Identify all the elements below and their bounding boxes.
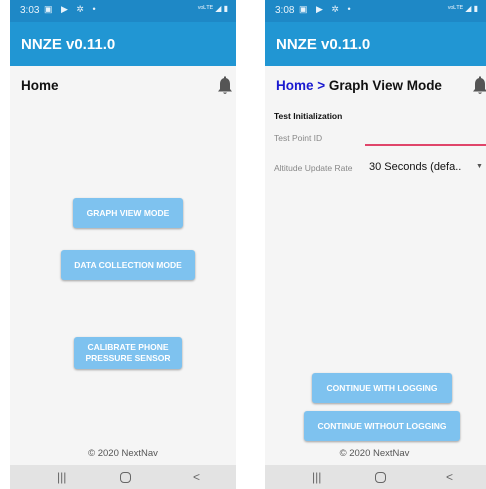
recents-icon[interactable]: ||| xyxy=(57,470,66,484)
signal-battery-icons: ᵛᵒᴸᵀᴱ ◢ ▮ xyxy=(197,4,228,13)
dropdown-caret-icon: ▼ xyxy=(476,163,483,170)
page-title: Home xyxy=(21,78,59,93)
calibrate-line-1: CALIBRATE PHONE xyxy=(87,342,169,352)
page-header: Home xyxy=(10,66,236,106)
altitude-update-rate-select[interactable]: 30 Seconds (defa.. ▼ xyxy=(368,158,486,176)
bell-icon[interactable] xyxy=(472,76,486,96)
system-nav-bar: ||| < xyxy=(10,465,236,489)
continue-with-logging-button[interactable]: CONTINUE WITH LOGGING xyxy=(312,373,452,403)
breadcrumb-home-link[interactable]: Home > xyxy=(276,78,325,93)
phone-screen-graph-view: 3:08 ▣ ▶ ✲ • ᵛᵒᴸᵀᴱ ◢ ▮ NNZE v0.11.0 Home… xyxy=(265,0,486,489)
test-point-id-underline xyxy=(365,144,486,146)
altitude-update-rate-label: Altitude Update Rate xyxy=(274,163,353,173)
app-title: NNZE v0.11.0 xyxy=(21,36,116,53)
signal-battery-icons: ᵛᵒᴸᵀᴱ ◢ ▮ xyxy=(447,4,478,13)
copyright: © 2020 NextNav xyxy=(88,448,158,459)
notification-icons: ▣ ▶ ✲ • xyxy=(44,4,99,14)
calibrate-pressure-sensor-button[interactable]: CALIBRATE PHONE PRESSURE SENSOR xyxy=(74,337,182,369)
notification-icons: ▣ ▶ ✲ • xyxy=(299,4,354,14)
status-time: 3:03 xyxy=(20,5,40,16)
copyright: © 2020 NextNav xyxy=(339,448,410,459)
breadcrumb: Home > Graph View Mode xyxy=(276,78,442,93)
calibrate-line-2: PRESSURE SENSOR xyxy=(85,353,171,363)
data-collection-mode-button[interactable]: DATA COLLECTION MODE xyxy=(61,250,195,280)
test-point-id-label: Test Point ID xyxy=(274,133,323,143)
page-header: Home > Graph View Mode xyxy=(265,66,486,106)
graph-view-mode-button[interactable]: GRAPH VIEW MODE xyxy=(73,198,183,228)
back-icon[interactable]: < xyxy=(193,470,200,484)
bell-icon[interactable] xyxy=(217,76,233,96)
app-bar: NNZE v0.11.0 xyxy=(10,22,236,66)
status-bar: 3:03 ▣ ▶ ✲ • ᵛᵒᴸᵀᴱ ◢ ▮ xyxy=(10,0,236,22)
breadcrumb-current: Graph View Mode xyxy=(328,78,442,93)
section-title: Test Initialization xyxy=(274,111,343,121)
continue-without-logging-button[interactable]: CONTINUE WITHOUT LOGGING xyxy=(304,411,460,441)
system-nav-bar: ||| < xyxy=(265,465,486,489)
home-icon[interactable] xyxy=(375,472,386,483)
phone-screen-home: 3:03 ▣ ▶ ✲ • ᵛᵒᴸᵀᴱ ◢ ▮ NNZE v0.11.0 Home… xyxy=(10,0,236,489)
altitude-update-rate-value: 30 Seconds (defa.. xyxy=(369,161,462,173)
test-point-id-input[interactable] xyxy=(365,128,486,144)
app-title: NNZE v0.11.0 xyxy=(276,36,371,53)
recents-icon[interactable]: ||| xyxy=(312,470,321,484)
status-bar: 3:08 ▣ ▶ ✲ • ᵛᵒᴸᵀᴱ ◢ ▮ xyxy=(265,0,486,22)
home-icon[interactable] xyxy=(120,472,131,483)
back-icon[interactable]: < xyxy=(446,470,453,484)
app-bar: NNZE v0.11.0 xyxy=(265,22,486,66)
status-time: 3:08 xyxy=(275,5,295,16)
